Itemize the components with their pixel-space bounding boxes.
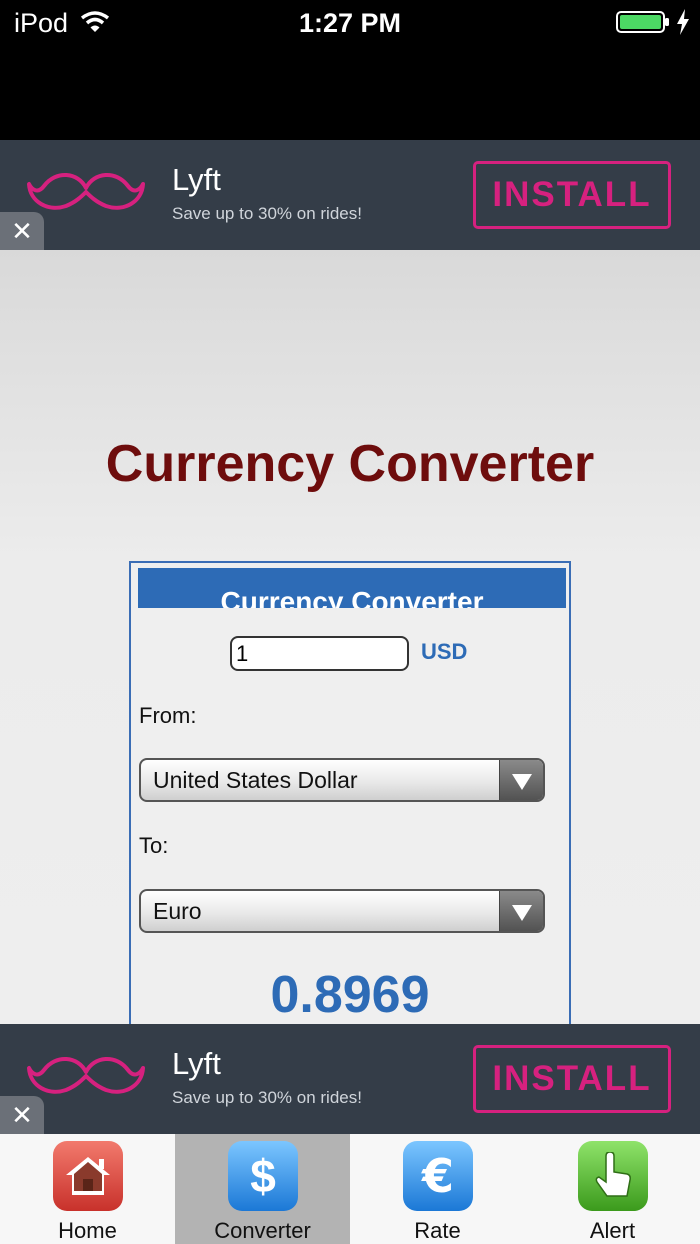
tab-label: Rate <box>414 1218 461 1243</box>
tab-alert[interactable]: Alert <box>525 1134 700 1244</box>
ad-tagline: Save up to 30% on rides! <box>172 1088 362 1107</box>
widget-header-title: Currency Converter <box>220 586 484 608</box>
battery-icon <box>616 11 669 33</box>
page-title: Currency Converter <box>105 435 595 493</box>
status-bar: iPod 1:27 PM <box>0 0 700 140</box>
to-label: To: <box>139 833 169 858</box>
chevron-down-icon <box>499 891 543 931</box>
main-content: Currency Converter Currency Converter US… <box>0 250 700 1024</box>
pointer-hand-icon <box>578 1141 648 1211</box>
conversion-result: 0.8969 <box>270 966 430 1024</box>
to-currency-value: Euro <box>153 898 202 924</box>
install-button[interactable]: INSTALL <box>473 1045 671 1113</box>
tab-label: Alert <box>589 1218 636 1243</box>
ad-title: Lyft <box>172 1046 221 1081</box>
ad-close-button[interactable]: ✕ <box>0 212 44 250</box>
euro-icon: € <box>403 1141 473 1211</box>
from-label: From: <box>139 703 197 728</box>
charging-bolt-icon <box>677 9 689 35</box>
ad-close-button[interactable]: ✕ <box>0 1096 44 1134</box>
lyft-mustache-logo-icon <box>27 173 145 210</box>
converter-widget: Currency Converter USD From: United Stat… <box>129 561 571 1024</box>
amount-input[interactable] <box>230 636 409 671</box>
from-currency-value: United States Dollar <box>153 767 358 793</box>
install-button[interactable]: INSTALL <box>473 161 671 229</box>
from-currency-select[interactable]: United States Dollar <box>139 758 545 802</box>
tab-converter[interactable]: $ Converter <box>175 1134 350 1244</box>
tab-home[interactable]: Home <box>0 1134 175 1244</box>
widget-header: Currency Converter <box>138 568 566 608</box>
tab-rate[interactable]: € Rate <box>350 1134 525 1244</box>
lyft-mustache-logo-icon <box>27 1057 145 1094</box>
status-time: 1:27 PM <box>298 8 402 38</box>
ad-title: Lyft <box>172 162 221 197</box>
tab-label: Home <box>58 1218 117 1243</box>
lyft-ad-banner-top[interactable]: Lyft Save up to 30% on rides! INSTALL <box>0 140 700 250</box>
chevron-down-icon <box>499 760 543 800</box>
amount-unit: USD <box>421 639 468 664</box>
lyft-ad-banner-bottom[interactable]: Lyft Save up to 30% on rides! INSTALL <box>0 1024 700 1134</box>
ad-tagline: Save up to 30% on rides! <box>172 204 362 223</box>
home-icon <box>53 1141 123 1211</box>
dollar-icon: $ <box>228 1141 298 1211</box>
tab-label: Converter <box>214 1218 311 1243</box>
close-icon: ✕ <box>11 1099 33 1130</box>
tab-bar: Home $ Converter € Rate Alert <box>0 1134 700 1244</box>
to-currency-select[interactable]: Euro <box>139 889 545 933</box>
close-icon: ✕ <box>11 215 33 246</box>
